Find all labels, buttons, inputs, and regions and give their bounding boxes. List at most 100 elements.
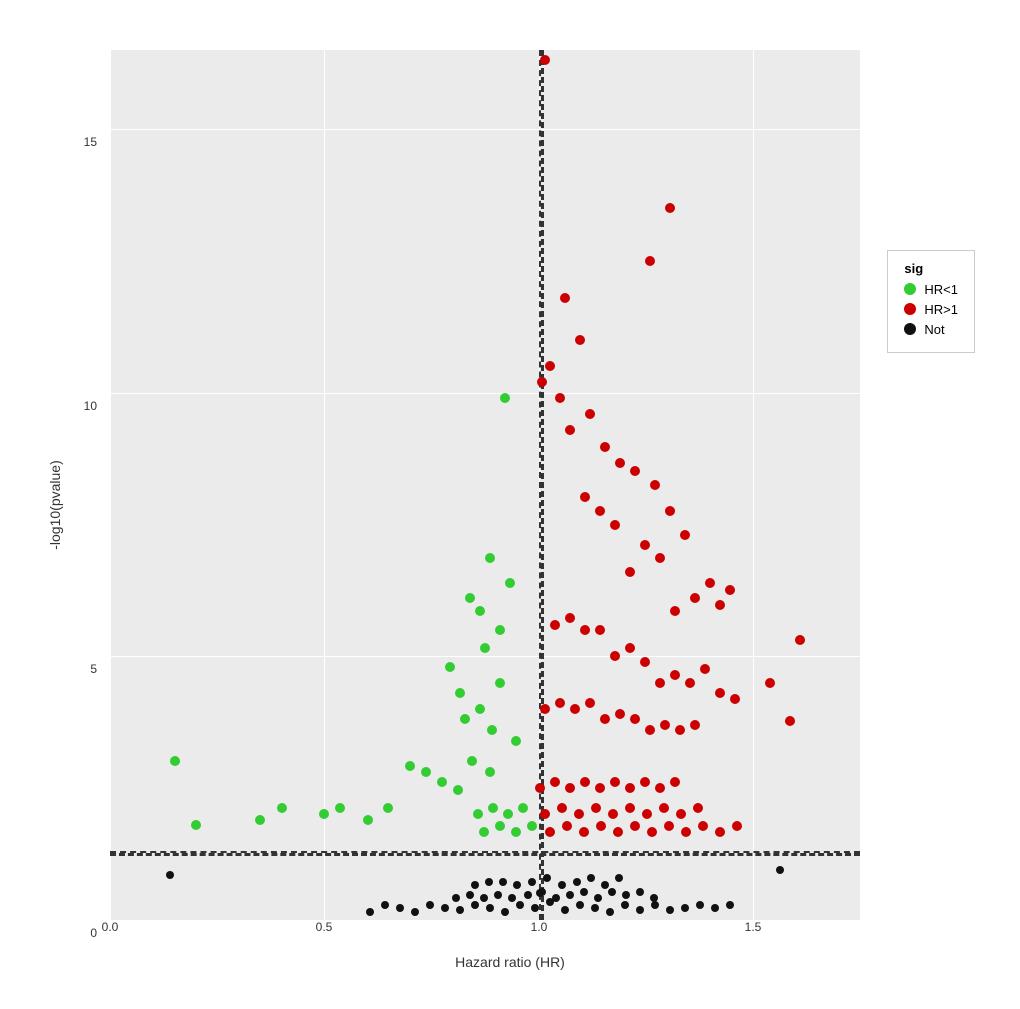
legend-dot-hr-greater1 bbox=[904, 303, 916, 315]
legend-label-hr-less1: HR<1 bbox=[924, 282, 958, 297]
dot bbox=[595, 506, 605, 516]
dot bbox=[591, 803, 601, 813]
dot bbox=[725, 585, 735, 595]
dot bbox=[681, 827, 691, 837]
dot bbox=[715, 688, 725, 698]
dot bbox=[363, 815, 373, 825]
dot bbox=[693, 803, 703, 813]
dot bbox=[651, 901, 659, 909]
dot bbox=[675, 725, 685, 735]
dot bbox=[690, 720, 700, 730]
chart-container: -log10(pvalue) Hazard ratio (HR) bbox=[0, 0, 1020, 1009]
legend-dot-not bbox=[904, 323, 916, 335]
dot bbox=[642, 809, 652, 819]
dot bbox=[255, 815, 265, 825]
dot bbox=[405, 761, 415, 771]
dot bbox=[191, 820, 201, 830]
dot bbox=[511, 736, 521, 746]
dot bbox=[670, 777, 680, 787]
dot bbox=[591, 904, 599, 912]
dot bbox=[503, 809, 513, 819]
grid-v-05 bbox=[324, 50, 325, 920]
dot bbox=[610, 651, 620, 661]
legend: sig HR<1 HR>1 Not bbox=[887, 250, 975, 353]
dot bbox=[540, 704, 550, 714]
dot bbox=[453, 785, 463, 795]
dot bbox=[540, 55, 550, 65]
grid-v-00 bbox=[110, 50, 111, 920]
dot bbox=[545, 827, 555, 837]
dot bbox=[518, 803, 528, 813]
dot bbox=[456, 906, 464, 914]
dot bbox=[698, 821, 708, 831]
dot bbox=[696, 901, 704, 909]
dot bbox=[426, 901, 434, 909]
dot bbox=[580, 777, 590, 787]
dot bbox=[540, 809, 550, 819]
dot bbox=[566, 891, 574, 899]
dot bbox=[610, 520, 620, 530]
dot bbox=[615, 458, 625, 468]
dot bbox=[465, 593, 475, 603]
dot bbox=[655, 783, 665, 793]
dot bbox=[335, 803, 345, 813]
dot bbox=[595, 625, 605, 635]
dot bbox=[765, 678, 775, 688]
chart-wrapper: -log10(pvalue) Hazard ratio (HR) bbox=[40, 30, 980, 980]
dot bbox=[636, 888, 644, 896]
dot bbox=[680, 530, 690, 540]
dot bbox=[647, 827, 657, 837]
grid-h-10 bbox=[110, 393, 860, 394]
x-tick-label-05: 0.5 bbox=[316, 920, 333, 934]
legend-label-not: Not bbox=[924, 322, 944, 337]
dot bbox=[625, 783, 635, 793]
x-tick-label-15: 1.5 bbox=[745, 920, 762, 934]
dot bbox=[596, 821, 606, 831]
dot bbox=[645, 725, 655, 735]
dot bbox=[715, 827, 725, 837]
dot bbox=[485, 553, 495, 563]
dot bbox=[488, 803, 498, 813]
dot bbox=[650, 894, 658, 902]
dot bbox=[486, 904, 494, 912]
dot bbox=[630, 466, 640, 476]
dot bbox=[645, 256, 655, 266]
dot bbox=[570, 704, 580, 714]
dot bbox=[550, 620, 560, 630]
dot bbox=[471, 901, 479, 909]
dot bbox=[574, 809, 584, 819]
dot bbox=[452, 894, 460, 902]
dot bbox=[473, 809, 483, 819]
dot bbox=[613, 827, 623, 837]
dot bbox=[705, 578, 715, 588]
dot bbox=[595, 783, 605, 793]
dot bbox=[366, 908, 374, 916]
dot bbox=[560, 293, 570, 303]
dot bbox=[495, 678, 505, 688]
legend-item-not: Not bbox=[904, 322, 958, 337]
dot bbox=[170, 756, 180, 766]
dot bbox=[573, 878, 581, 886]
dot bbox=[630, 821, 640, 831]
dot bbox=[543, 874, 551, 882]
dot bbox=[711, 904, 719, 912]
dot bbox=[467, 756, 477, 766]
legend-label-hr-greater1: HR>1 bbox=[924, 302, 958, 317]
dot bbox=[441, 904, 449, 912]
dot bbox=[795, 635, 805, 645]
dot bbox=[421, 767, 431, 777]
dot bbox=[601, 881, 609, 889]
dot bbox=[475, 606, 485, 616]
dot bbox=[319, 809, 329, 819]
dot bbox=[528, 878, 536, 886]
dot bbox=[511, 827, 521, 837]
dot bbox=[557, 803, 567, 813]
y-tick-label-5: 5 bbox=[90, 662, 97, 676]
dot bbox=[640, 777, 650, 787]
dot bbox=[580, 888, 588, 896]
dot bbox=[471, 881, 479, 889]
dot bbox=[636, 906, 644, 914]
dot bbox=[640, 657, 650, 667]
dot bbox=[670, 606, 680, 616]
dot bbox=[587, 874, 595, 882]
